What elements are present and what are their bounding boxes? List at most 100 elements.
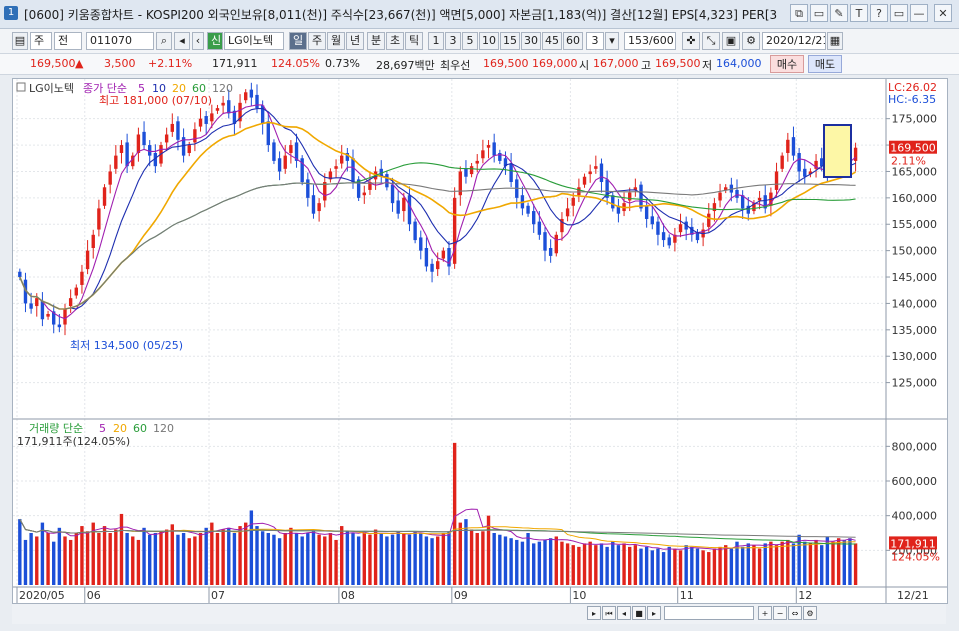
chart-toolbar: ▤ 주 전 011070 ⌕ ◂ ‹ 신 LG이노텍 일 주 월 년 분 초 틱… [0,29,959,54]
zoom-slider[interactable] [664,606,754,620]
volume-bar [464,519,468,585]
volume-bar [820,545,824,585]
candle-body [142,131,146,146]
forecast-box[interactable] [823,124,852,178]
candle-body [419,237,423,251]
settings-icon[interactable]: ⚙ [742,32,760,50]
calendar-icon[interactable]: ▦ [827,32,843,50]
scroll-next-icon[interactable]: ▸ [647,606,661,620]
screen-icon[interactable]: ▭ [810,4,828,22]
candle-body [102,187,107,206]
period-year-button[interactable]: 년 [346,32,364,50]
volume-bar [633,545,638,585]
period-second-button[interactable]: 초 [386,32,404,50]
minute-60-button[interactable]: 60 [563,32,583,50]
stop-icon[interactable]: ■ [632,606,646,620]
minute-30-button[interactable]: 30 [521,32,541,50]
crosshair-icon[interactable]: ✜ [682,32,700,50]
volume-bar [436,536,440,585]
zoom-reset-icon[interactable]: ⇔ [788,606,802,620]
candle-body [351,158,355,183]
volume-bar [836,538,841,585]
period-week-button[interactable]: 주 [308,32,326,50]
volume-bar [249,510,254,585]
scroll-right-icon[interactable]: ▸ [587,606,601,620]
unit-type-select[interactable]: 주 [30,32,52,50]
restore-icon[interactable]: ▭ [890,4,908,22]
ma120-legend: 120 [212,82,233,95]
period-day-button[interactable]: 일 [289,32,307,50]
volume-bar [74,533,78,585]
volume-bar [452,442,457,585]
minute-3-button[interactable]: 3 [445,32,461,50]
chart-settings-icon[interactable]: ⚙ [803,606,817,620]
zoom-out-icon[interactable]: − [773,606,787,620]
minute-10-button[interactable]: 10 [479,32,499,50]
buy-button[interactable]: 매수 [770,55,804,73]
quote-bar: 169,500 ▲ 3,500 +2.11% 171,911 124.05% 0… [0,54,959,75]
volume-legend-prefix: 거래량 단순 [29,422,83,435]
search-icon[interactable]: ⌕ [156,32,172,50]
volume-bar [328,533,333,585]
unit-value-input[interactable]: 3 [586,32,604,50]
candle-body [215,108,220,111]
help-icon[interactable]: ? [870,4,888,22]
stock-code-input[interactable]: 011070 [86,32,154,50]
link-window-icon[interactable]: ⧉ [790,4,808,22]
volume-bar [136,539,141,585]
close-button[interactable]: ✕ [934,4,952,22]
current-price: 169,500 [30,57,76,70]
minute-1-button[interactable]: 1 [428,32,444,50]
prev-stock-icon[interactable]: ‹ [192,32,204,50]
volume-bar [842,539,846,585]
minute-5-button[interactable]: 5 [462,32,478,50]
period-month-button[interactable]: 월 [327,32,345,50]
volume-bar [661,552,666,585]
volume-bar [373,529,378,585]
text-icon[interactable]: T [850,4,868,22]
volume-bar [582,543,587,585]
candle-body [46,313,50,317]
volume-bar [565,543,570,585]
candle-body [74,287,78,296]
volume-bar [97,533,101,585]
stock-chart[interactable]: 125,000 130,000 135,000 140,000 145,000 150,0… [13,79,947,603]
data-count-field[interactable]: 153/600 [624,32,676,50]
price-tick-label: 135,000 [892,324,938,337]
period-minute-button[interactable]: 분 [367,32,385,50]
minute-45-button[interactable]: 45 [542,32,562,50]
minimize-button[interactable]: — [910,4,928,22]
volume-bar [695,548,700,585]
unit-mode-select[interactable]: 전 [54,32,82,50]
scroll-first-icon[interactable]: ⏮ [602,606,616,620]
minute-15-button[interactable]: 15 [500,32,520,50]
zoom-in-icon[interactable]: + [758,606,772,620]
chart-area[interactable]: 125,000 130,000 135,000 140,000 145,000 150,0… [12,78,948,604]
volume-bar [424,536,429,585]
zoom-icon[interactable]: ⤡ [702,32,720,50]
candle-body [413,221,417,241]
volume-bar [407,534,412,585]
volume-bar [413,531,417,585]
panel-toggle-icon[interactable] [16,82,26,92]
edit-icon[interactable]: ✎ [830,4,848,22]
date-input[interactable]: 2020/12/21 [762,32,826,50]
candle-body [650,216,654,225]
unit-spin-icon[interactable]: ▾ [605,32,619,50]
x-tick-label: 07 [211,589,225,602]
high-label: 고 [641,59,652,72]
price-tick-label: 160,000 [892,192,938,205]
volume-bar [588,541,592,585]
candle-body [170,123,174,132]
candle-body [119,145,124,153]
sell-button[interactable]: 매도 [808,55,842,73]
toolbar-menu-icon[interactable]: ▤ [12,32,28,50]
high-annotation: 최고 181,000 (07/10) [99,94,212,107]
period-tick-button[interactable]: 틱 [405,32,423,50]
volume-bar [650,550,654,585]
candle-body [176,121,180,140]
sound-icon[interactable]: ◂ [174,32,190,50]
save-icon[interactable]: ▣ [722,32,740,50]
candle-body [554,234,558,254]
scroll-prev-icon[interactable]: ◂ [617,606,631,620]
